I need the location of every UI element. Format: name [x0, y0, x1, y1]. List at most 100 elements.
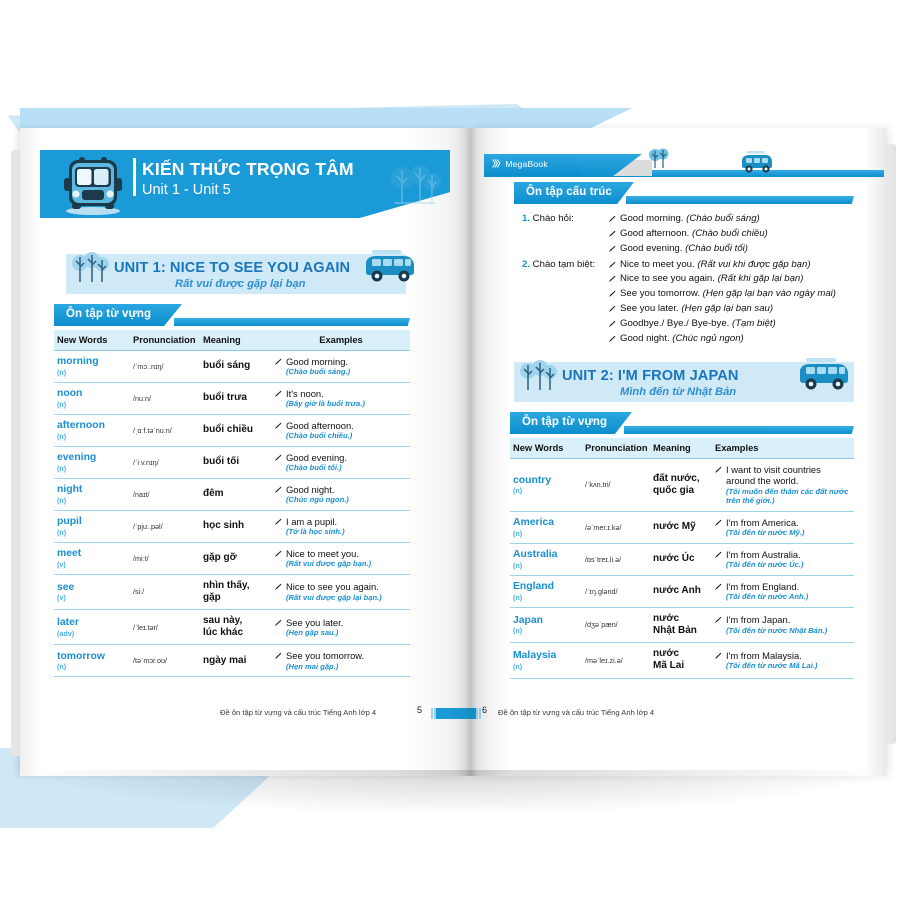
meaning-text: đất nước, quốc gia — [653, 472, 700, 496]
example-text: I am a pupil. — [274, 516, 407, 527]
part-of-speech: (n) — [513, 626, 523, 636]
cell-meaning: nước Mã Lai — [650, 642, 712, 679]
cell-new-word: pupil (n) — [54, 510, 130, 543]
structure-items: Nice to meet you. (Rất vui khi được gặp … — [608, 258, 872, 347]
example-translation: (Tớ là học sinh.) — [286, 527, 345, 537]
cell-example: I am a pupil. (Tớ là học sinh.) — [272, 510, 410, 543]
word-text: morning — [57, 356, 99, 368]
table-header-row: New Words Pronunciation Meaning Examples — [510, 438, 854, 459]
section-tab-label: Ôn tập cấu trúc — [526, 185, 612, 198]
meaning-text: sau này, lúc khác — [203, 615, 244, 639]
part-of-speech: (n) — [57, 662, 67, 672]
ipa-text: /ˈleɪ.tər/ — [133, 622, 158, 632]
cell-meaning: học sinh — [200, 510, 272, 543]
trees-icon — [649, 148, 669, 168]
chevrons-icon: 〉〉〉 — [492, 159, 505, 169]
part-of-speech: (n) — [57, 431, 67, 441]
pencil-icon — [274, 651, 282, 660]
meaning-text: đêm — [203, 488, 224, 500]
cell-pronunciation: /naɪt/ — [130, 478, 200, 511]
table-row: Australia (n)/ɒsˈtreɪ.li.ə/nước Úc I'm fro… — [510, 543, 854, 576]
example-text: It's noon. — [274, 388, 407, 399]
cell-new-word: Australia (n) — [510, 543, 582, 576]
example-text: I want to visit countries around the wor… — [714, 464, 851, 487]
meaning-text: buổi trưa — [203, 392, 247, 404]
cell-example: I'm from America. (Tôi đến từ nước Mỹ.) — [712, 511, 854, 544]
word-text: country — [513, 474, 552, 486]
van-icon — [366, 250, 414, 282]
example-text: Good evening. — [274, 452, 407, 463]
example-translation: (Tôi đến từ nước Anh.) — [726, 592, 809, 602]
example-translation: (Hẹn mai gặp.) — [286, 661, 339, 671]
cell-pronunciation: /ˈpjuː.pəl/ — [130, 510, 200, 543]
meaning-text: học sinh — [203, 520, 245, 532]
col-new-words: New Words — [510, 438, 582, 459]
cell-meaning: buổi chiều — [200, 414, 272, 447]
col-new-words: New Words — [54, 330, 130, 351]
table-row: meet (v)/miːt/gặp gỡ Nice to meet you. (Rất… — [54, 542, 410, 575]
part-of-speech: (n) — [57, 495, 67, 505]
meaning-text: nước Anh — [653, 585, 701, 597]
cell-pronunciation: /məˈleɪ.zi.ə/ — [582, 642, 650, 679]
example-text: Good morning. — [274, 356, 407, 367]
page-number-bar — [431, 708, 481, 719]
vocab-section-tab-right: Ôn tập từ vựng — [510, 412, 854, 434]
table-row: Malaysia (n)/məˈleɪ.zi.ə/nước Mã Lai I'm fr… — [510, 642, 854, 679]
meaning-text: nước Nhật Bản — [653, 612, 697, 636]
section-tab-label: Ôn tập từ vựng — [66, 307, 152, 320]
cell-meaning: nước Úc — [650, 543, 712, 576]
cell-meaning: sau này, lúc khác — [200, 609, 272, 646]
cell-pronunciation: /dʒəˈpæn/ — [582, 607, 650, 644]
brand-name: MegaBook — [505, 159, 548, 169]
col-meaning: Meaning — [200, 330, 272, 351]
example-text: See you tomorrow. — [274, 650, 407, 661]
example-translation: (Chúc ngủ ngon.) — [286, 495, 349, 505]
example-translation: (Tôi đến từ nước Nhật Bản.) — [726, 625, 828, 635]
word-text: tomorrow — [57, 650, 105, 662]
part-of-speech: (n) — [513, 528, 523, 538]
cell-new-word: meet (v) — [54, 542, 130, 575]
table-header-row: New Words Pronunciation Meaning Examples — [54, 330, 410, 351]
example-text: Nice to see you again. — [274, 581, 407, 592]
table-row: morning (n)/ˈmɔː.nɪŋ/buổi sáng Good mornin… — [54, 350, 410, 383]
example-text: I'm from Australia. — [714, 549, 851, 560]
pencil-icon — [274, 421, 282, 429]
pencil-icon — [608, 334, 616, 342]
cell-meaning: nước Anh — [650, 575, 712, 608]
cell-pronunciation: /ˈiːv.nɪŋ/ — [130, 446, 200, 479]
structure-translation: (Chào buổi sáng) — [686, 213, 760, 224]
word-text: afternoon — [57, 420, 105, 432]
trees-icon — [520, 360, 557, 390]
pencil-icon — [608, 260, 616, 268]
cell-pronunciation: /ɒsˈtreɪ.li.ə/ — [582, 543, 650, 576]
pencil-icon — [274, 485, 282, 493]
example-translation: (Tôi đến từ nước Mỹ.) — [726, 528, 805, 538]
cell-example: Nice to meet you. (Rất vui được gặp bạn.) — [272, 542, 410, 575]
meaning-text: ngày mai — [203, 654, 247, 666]
cell-meaning: ngày mai — [200, 644, 272, 678]
right-page: 〉〉〉 MegaBook Ôn tập cấu trúc 1. Chào hỏi… — [470, 128, 886, 776]
word-text: Japan — [513, 614, 544, 626]
trees-icon — [72, 252, 109, 282]
section-tab-tail — [626, 196, 854, 204]
example-text: I'm from America. — [714, 517, 851, 528]
page-number-left: 5 — [417, 705, 423, 715]
cell-meaning: đêm — [200, 478, 272, 511]
table-row: country (n)/ˈkʌn.tri/đất nước, quốc gia I w… — [510, 458, 854, 512]
footer-text-left: Đề ôn tập từ vựng và cấu trúc Tiếng Anh … — [220, 708, 377, 717]
cell-example: I'm from Australia. (Tôi đến từ nước Úc.) — [712, 543, 854, 576]
right-footer: 6 Đề ôn tập từ vựng và cấu trúc Tiếng An… — [470, 704, 886, 724]
cell-example: I'm from Japan. (Tôi đến từ nước Nhật Bản… — [712, 607, 854, 644]
cell-new-word: night (n) — [54, 478, 130, 511]
cell-new-word: Japan (n) — [510, 607, 582, 644]
vocab-table-right: New Words Pronunciation Meaning Examples… — [510, 438, 854, 679]
pencil-icon — [608, 289, 616, 298]
structure-number: 1. — [522, 213, 531, 224]
example-translation: (Chào buổi chiều.) — [286, 431, 353, 441]
table-row: afternoon (n)/ˌɑːf.təˈnuːn/buổi chiều Good… — [54, 414, 410, 447]
pencil-icon — [274, 549, 282, 557]
structure-items: Good morning. (Chào buổi sáng) Good after… — [608, 212, 872, 257]
footer-text-right: Đề ôn tập từ vựng và cấu trúc Tiếng Anh … — [498, 708, 655, 717]
word-text: America — [513, 517, 555, 529]
structure-heading: 2. Chào tạm biệt: — [522, 258, 596, 270]
